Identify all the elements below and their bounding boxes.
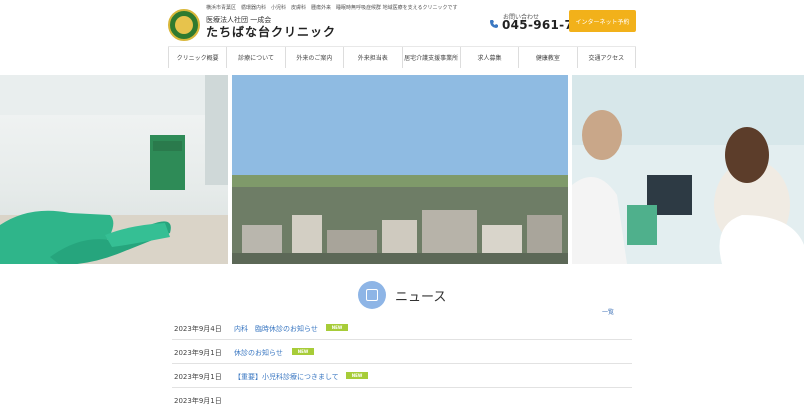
news-date: 2023年9月4日 — [174, 325, 222, 333]
doctor-illustration — [572, 75, 804, 264]
nav-item-overview[interactable]: クリニック概要 — [168, 47, 226, 68]
news-link[interactable]: 【重要】小児科診療につきまして — [234, 372, 339, 382]
web-reserve-button[interactable]: インターネット予約 — [569, 10, 636, 32]
new-badge: NEW — [346, 372, 368, 379]
news-row: 2023年9月1日 【重要】小児科診療につきまして NEW — [172, 364, 632, 388]
news-date: 2023年9月1日 — [174, 349, 222, 357]
news-title: ニュース — [395, 290, 447, 305]
news-more-link[interactable]: 一覧 — [602, 307, 614, 316]
header-tagline: 横浜市青葉区 循環器内科 小児科 皮膚科 腫瘍外来 睡眠時無呼吸症候群 地域医療… — [206, 5, 458, 11]
nav-item-schedule[interactable]: 外来担当表 — [343, 47, 401, 68]
hero-image-town — [232, 75, 568, 264]
news-row: 2023年9月1日 — [172, 388, 632, 412]
new-badge: NEW — [326, 324, 348, 331]
news-date: 2023年9月1日 — [174, 397, 222, 405]
news-link[interactable]: 休診のお知らせ — [234, 348, 283, 358]
hero-image-doctor — [572, 75, 804, 264]
news-row: 2023年9月4日 内科 臨時休診のお知らせ NEW — [172, 316, 632, 340]
news-date: 2023年9月1日 — [174, 373, 222, 381]
hero-image-lobby — [0, 75, 228, 264]
new-badge: NEW — [292, 348, 314, 355]
nav-item-care[interactable]: 居宅介護支援事業所 — [401, 47, 460, 68]
clinic-name[interactable]: たちばな台クリニック — [206, 23, 336, 40]
news-icon — [358, 281, 386, 309]
news-link[interactable]: 内科 臨時休診のお知らせ — [234, 324, 318, 334]
clinic-logo[interactable] — [168, 9, 200, 41]
nav-item-access[interactable]: 交通アクセス — [576, 47, 636, 68]
nav-item-recruit[interactable]: 求人募集 — [459, 47, 518, 68]
lobby-illustration — [0, 75, 228, 264]
news-row: 2023年9月1日 休診のお知らせ NEW — [172, 340, 632, 364]
nav-item-outpatient[interactable]: 外来のご案内 — [284, 47, 343, 68]
town-illustration — [232, 75, 568, 264]
main-nav: クリニック概要 診療について 外来のご案内 外来担当表 居宅介護支援事業所 求人… — [168, 46, 636, 68]
header-bar: 横浜市青葉区 循環器内科 小児科 皮膚科 腫瘍外来 睡眠時無呼吸症候群 地域医療… — [0, 0, 804, 46]
nav-item-treatment[interactable]: 診療について — [226, 47, 284, 68]
nav-item-health-class[interactable]: 健康教室 — [518, 47, 576, 68]
phone-icon — [490, 20, 498, 28]
